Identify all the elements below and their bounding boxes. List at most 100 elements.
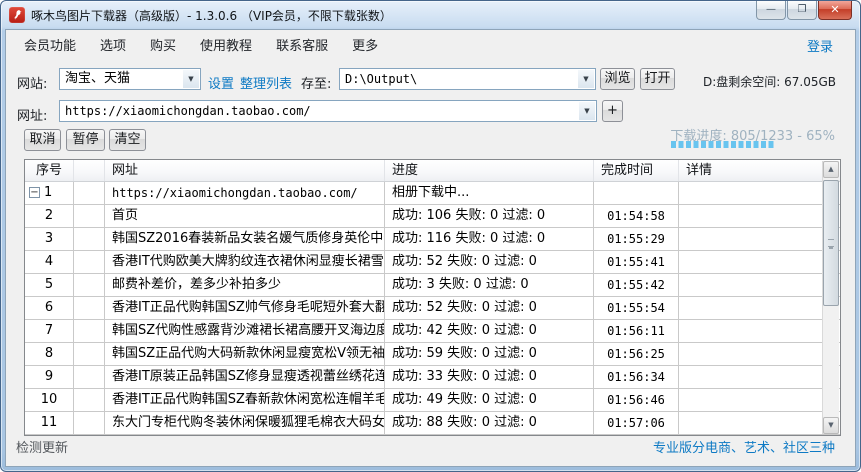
login-link[interactable]: 登录 [807,36,833,55]
cell-progress: 成功: 42 失败: 0 过滤: 0 [385,320,594,342]
title-bar: 啄木鸟图片下载器（高级版）- 1.3.0.6 （VIP会员，不限下载张数） — … [1,1,860,29]
table-row[interactable]: 7 韩国SZ代购性感露背沙滩裙长裙高腰开叉海边度...成功: 42 失败: 0 过… [25,320,840,343]
header-icon[interactable] [74,160,105,181]
pause-button[interactable]: 暂停 [66,129,105,151]
cell-index: 9 [25,366,74,388]
header-finish-time[interactable]: 完成时间 [594,160,679,181]
cell-url: 香港IT正品代购韩国SZ帅气修身毛呢短外套大翻... [105,297,385,319]
cell-url: 香港IT正品代购韩国SZ春新款休闲宽松连帽羊毛... [105,389,385,411]
disk-space-text: D:盘剩余空间: 67.05GB [703,73,836,90]
cell-detail [679,412,840,434]
header-progress[interactable]: 进度 [385,160,594,181]
maximize-button[interactable]: ❐ [787,1,817,20]
cell-icon [74,182,105,204]
table-row[interactable]: 3韩国SZ2016春装新品女装名媛气质修身英伦中长...成功: 116 失败: … [25,228,840,251]
cell-finish-time: 01:54:58 [594,205,679,227]
cancel-button[interactable]: 取消 [24,129,61,151]
cell-icon [74,389,105,411]
app-logo-icon [9,7,25,23]
chevron-down-icon[interactable]: ▼ [579,102,595,120]
chevron-down-icon[interactable]: ▼ [183,70,199,88]
cell-finish-time: 01:55:41 [594,251,679,273]
cell-icon [74,412,105,434]
cell-url: 邮费补差价，差多少补拍多少 [105,274,385,296]
header-url[interactable]: 网址 [105,160,385,181]
cell-url: 首页 [105,205,385,227]
header-index[interactable]: 序号 [25,160,74,181]
clear-button[interactable]: 清空 [109,129,146,151]
menu-buy[interactable]: 购买 [140,31,186,58]
cell-detail [679,228,840,250]
cell-progress: 成功: 3 失败: 0 过滤: 0 [385,274,594,296]
tree-collapse-icon[interactable]: − [29,187,40,198]
save-path-value: D:\Output\ [345,69,575,89]
table-row[interactable]: 10香港IT正品代购韩国SZ春新款休闲宽松连帽羊毛...成功: 49 失败: 0… [25,389,840,412]
cell-index: −1 [25,182,74,204]
cell-url: https://xiaomichongdan.taobao.com/ [105,182,385,204]
cell-detail [679,205,840,227]
vertical-scrollbar[interactable]: ▲ ▼ [822,161,839,434]
table-row[interactable]: 8韩国SZ正品代购大码新款休闲显瘦宽松V领无袖...成功: 59 失败: 0 过… [25,343,840,366]
table-row[interactable]: 9香港IT原装正品韩国SZ修身显瘦透视蕾丝绣花连...成功: 33 失败: 0 … [25,366,840,389]
add-url-button[interactable]: + [602,100,623,122]
cell-finish-time [594,182,679,204]
cell-url: 韩国SZ正品代购大码新款休闲显瘦宽松V领无袖... [105,343,385,365]
cell-index: 7 [25,320,74,342]
close-button[interactable]: ✕ [818,1,852,20]
minimize-button[interactable]: — [756,1,786,20]
settings-link[interactable]: 设置 [208,73,234,92]
cell-progress: 成功: 106 失败: 0 过滤: 0 [385,205,594,227]
scroll-down-icon[interactable]: ▼ [823,417,839,434]
menu-more[interactable]: 更多 [342,31,388,58]
menu-contact-support[interactable]: 联系客服 [266,31,338,58]
cell-detail [679,389,840,411]
cell-url: 香港IT原装正品韩国SZ修身显瘦透视蕾丝绣花连... [105,366,385,388]
download-progress-bar [671,141,775,148]
organize-list-link[interactable]: 整理列表 [240,73,292,92]
edition-info-link[interactable]: 专业版分电商、艺术、社区三种 [653,437,835,456]
cell-progress: 成功: 116 失败: 0 过滤: 0 [385,228,594,250]
menu-member-functions[interactable]: 会员功能 [14,31,86,58]
url-combobox[interactable]: https://xiaomichongdan.taobao.com/ ▼ [59,100,597,122]
cell-finish-time: 01:55:54 [594,297,679,319]
cell-icon [74,366,105,388]
table-row[interactable]: 2 首页成功: 106 失败: 0 过滤: 001:54:58 [25,205,840,228]
menu-options[interactable]: 选项 [90,31,136,58]
url-label: 网址: [17,105,47,124]
chevron-down-icon[interactable]: ▼ [578,70,594,88]
open-button[interactable]: 打开 [640,68,675,90]
cell-index: 4 [25,251,74,273]
table-row[interactable]: 4 香港IT代购欧美大牌豹纹连衣裙休闲显瘦长裙雪...成功: 52 失败: 0 过… [25,251,840,274]
cell-index: 10 [25,389,74,411]
table-row[interactable]: 5邮费补差价，差多少补拍多少成功: 3 失败: 0 过滤: 001:55:42 [25,274,840,297]
cell-progress: 成功: 59 失败: 0 过滤: 0 [385,343,594,365]
table-row[interactable]: 6香港IT正品代购韩国SZ帅气修身毛呢短外套大翻...成功: 52 失败: 0 … [25,297,840,320]
cell-progress: 成功: 52 失败: 0 过滤: 0 [385,251,594,273]
cell-url: 韩国SZ2016春装新品女装名媛气质修身英伦中长... [105,228,385,250]
client-area: 会员功能 选项 购买 使用教程 联系客服 更多 登录 网站: 淘宝、天猫 ▼ 设… [5,29,856,467]
cell-url: 韩国SZ代购性感露背沙滩裙长裙高腰开叉海边度... [105,320,385,342]
menu-tutorial[interactable]: 使用教程 [190,31,262,58]
table-body: −1https://xiaomichongdan.taobao.com/相册下载… [25,182,840,435]
scroll-up-icon[interactable]: ▲ [823,161,839,178]
cell-index: 11 [25,412,74,434]
save-path-combobox[interactable]: D:\Output\ ▼ [339,68,596,90]
table-row[interactable]: −1https://xiaomichongdan.taobao.com/相册下载… [25,182,840,205]
site-select[interactable]: 淘宝、天猫 ▼ [59,68,201,90]
cell-url: 香港IT代购欧美大牌豹纹连衣裙休闲显瘦长裙雪... [105,251,385,273]
site-label: 网站: [17,73,47,92]
cell-icon [74,228,105,250]
cell-detail [679,366,840,388]
cell-detail [679,297,840,319]
table-row[interactable]: 11东大门专柜代购冬装休闲保暖狐狸毛棉衣大码女...成功: 88 失败: 0 过… [25,412,840,435]
scrollbar-thumb[interactable] [823,180,839,306]
cell-finish-time: 01:56:46 [594,389,679,411]
browse-button[interactable]: 浏览 [600,68,635,90]
cell-icon [74,297,105,319]
header-detail[interactable]: 详情 [679,160,840,181]
cell-index: 2 [25,205,74,227]
app-window: 啄木鸟图片下载器（高级版）- 1.3.0.6 （VIP会员，不限下载张数） — … [0,0,861,472]
cell-index: 6 [25,297,74,319]
site-select-value: 淘宝、天猫 [65,69,180,89]
check-update-link[interactable]: 检测更新 [16,437,68,456]
